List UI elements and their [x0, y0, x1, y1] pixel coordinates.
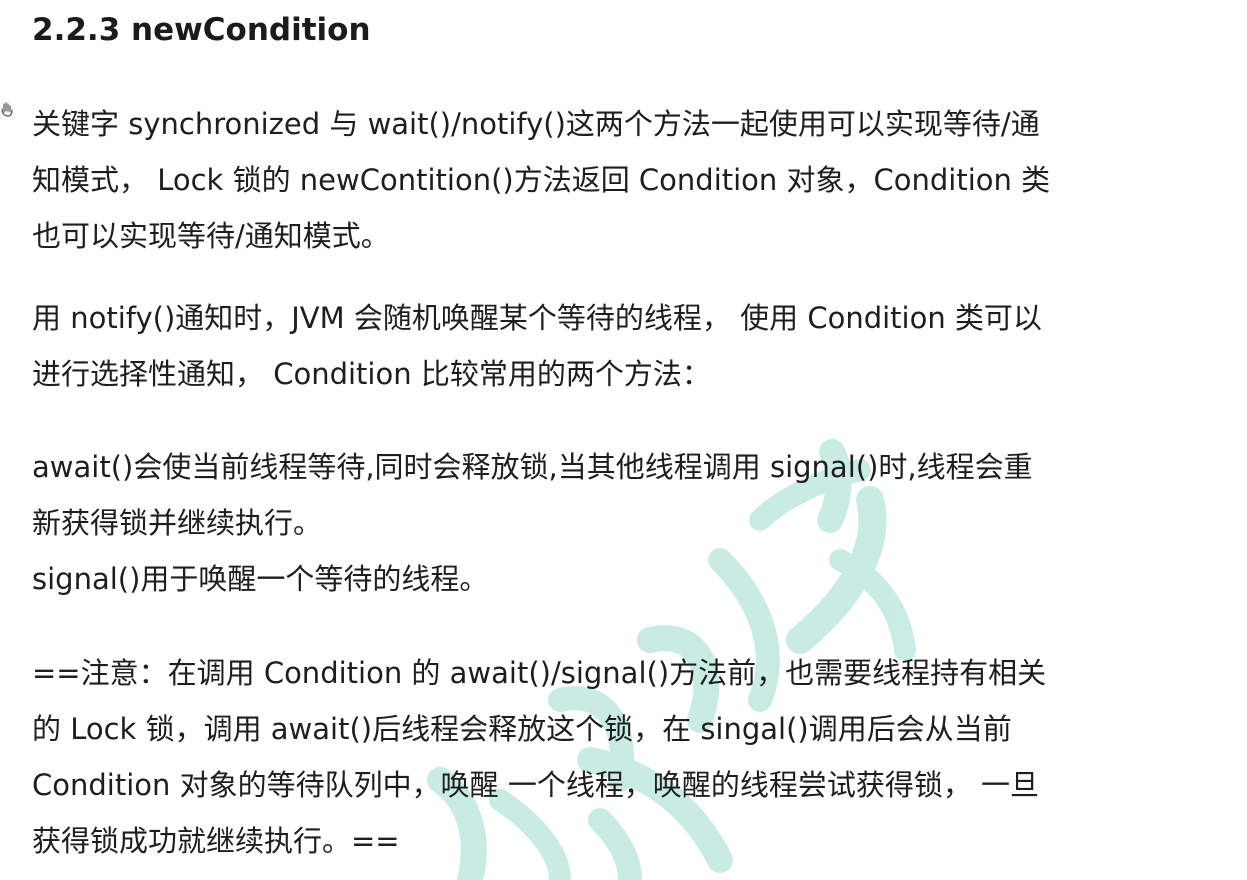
paragraph-methods: await()会使当前线程等待,同时会释放锁,当其他线程调用 signal()时… [32, 439, 1033, 607]
paragraph-line: signal()用于唤醒一个等待的线程。 [32, 562, 489, 596]
section-heading: 2.2.3 newCondition [32, 12, 371, 48]
paragraph-line: 新获得锁并继续执行。 [32, 506, 323, 540]
hand-pointer-icon [1, 102, 13, 117]
paragraph-line: 进行选择性通知， Condition 比较常用的两个方法： [32, 357, 711, 391]
paragraph-intro: 关键字 synchronized 与 wait()/notify()这两个方法一… [32, 96, 1050, 264]
paragraph-line: 关键字 synchronized 与 wait()/notify()这两个方法一… [32, 107, 1040, 141]
paragraph-line: 知模式， Lock 锁的 newContition()方法返回 Conditio… [32, 163, 1051, 197]
paragraph-line: 的 Lock 锁，调用 await()后线程会释放这个锁，在 singal()调… [32, 712, 1012, 746]
paragraph-line: 也可以实现等待/通知模式。 [32, 219, 390, 253]
paragraph-line: Condition 对象的等待队列中，唤醒 一个线程，唤醒的线程尝试获得锁， 一… [32, 768, 1040, 802]
paragraph-line: ==注意：在调用 Condition 的 await()/signal()方法前… [32, 656, 1047, 690]
paragraph-note: ==注意：在调用 Condition 的 await()/signal()方法前… [32, 645, 1046, 869]
paragraph-line: 用 notify()通知时，JVM 会随机唤醒某个等待的线程， 使用 Condi… [32, 301, 1042, 335]
paragraph-notify: 用 notify()通知时，JVM 会随机唤醒某个等待的线程， 使用 Condi… [32, 290, 1042, 402]
paragraph-line: 获得锁成功就继续执行。== [32, 824, 400, 858]
paragraph-line: await()会使当前线程等待,同时会释放锁,当其他线程调用 signal()时… [32, 450, 1033, 484]
